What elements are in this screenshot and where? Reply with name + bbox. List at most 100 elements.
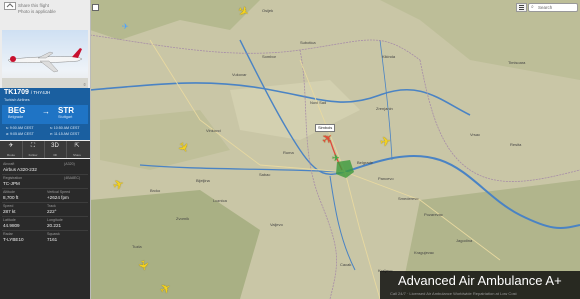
panel-header-text: Share this flight Photo is applicable [18, 3, 56, 15]
aircraft-callout[interactable]: Simbols [315, 124, 336, 132]
city-label: Bijeljina [196, 178, 210, 183]
divider [2, 188, 88, 189]
aircraft-photo[interactable]: © [2, 30, 88, 88]
actual-departure: a: 9:05 AM CEST [6, 132, 34, 136]
city-label: Sombor [262, 54, 277, 59]
city-label: Kragujevac [414, 250, 435, 255]
city-label: Zrenjanin [376, 106, 393, 111]
city-label: Brcko [150, 188, 161, 193]
route-icon: ✈ [8, 143, 14, 149]
map-layer-toggle[interactable] [92, 4, 99, 11]
origin-iata[interactable]: BEG [8, 106, 25, 115]
flight-number-text: TK1709 [4, 89, 29, 96]
latitude-value: 44.9809 [3, 223, 20, 228]
city-label: Subotica [300, 40, 316, 45]
track-value: 222° [47, 209, 57, 214]
city-label: Novi Sad [310, 100, 327, 105]
3d-view-button[interactable]: 3D 3D [44, 141, 67, 158]
city-label: Resita [510, 142, 522, 147]
share-arrow-icon: ⇱ [74, 143, 80, 149]
city-label: Valjevo [270, 222, 283, 227]
aircraft-value[interactable]: Airbus A320-232 [3, 167, 37, 172]
search-input[interactable]: ⌕ Search [528, 3, 578, 12]
latitude-label: Latitude [3, 218, 16, 222]
aircraft-icon[interactable]: ✈ [379, 133, 392, 150]
share-button[interactable]: ⇱ Share [66, 141, 88, 158]
origin-city: Belgrade [8, 115, 24, 119]
flight-info-panel: Share this flight Photo is applicable © … [0, 0, 91, 299]
aircraft-icon[interactable]: ✈ [122, 20, 129, 33]
estimated-arrival: e: 11:15 AM CEST [50, 132, 80, 136]
speed-label: Speed [3, 204, 14, 208]
registration-hex: (4BA8EC) [64, 176, 81, 180]
callsign-text: / THY4JH [30, 90, 51, 95]
vertical-speed-label: Vertical Speed [47, 190, 71, 194]
3d-icon: 3D [51, 143, 59, 149]
city-label: Sabac [259, 172, 271, 177]
banner-title: Advanced Air Ambulance A+ [398, 273, 562, 288]
search-placeholder: Search [538, 5, 553, 10]
city-label: Vukovar [232, 72, 247, 77]
destination-city: Stuttgart [58, 115, 73, 119]
city-label: Loznica [213, 198, 227, 203]
divider [2, 174, 88, 175]
banner-subtitle: Call 24/7 · Licensed Air Ambulance World… [390, 291, 517, 296]
scheduled-departure: s: 9:00 AM CEST [6, 126, 34, 130]
longitude-label: Longitude [47, 218, 63, 222]
route-label: Route [6, 153, 15, 157]
city-label: Jagodina [456, 238, 473, 243]
photo-credit: © [83, 83, 86, 87]
squawk-label: Squawk [47, 232, 60, 236]
route-arrow-icon: → [42, 107, 50, 116]
scheduled-arrival: s: 10:50 AM CEST [50, 126, 80, 130]
city-label: Vinkovci [206, 128, 221, 133]
aircraft-code: (A320) [64, 162, 75, 166]
airline-name[interactable]: Turkish Airlines [4, 98, 30, 102]
flight-details: Aircraft (A320) Airbus A320-232 Registra… [0, 159, 90, 299]
search-icon: ⌕ [531, 4, 534, 10]
route-box: BEG Belgrade → STR Stuttgart [2, 105, 88, 124]
follow-button[interactable]: ⛶ Follow [22, 141, 45, 158]
altitude-value: 8,700 ft [3, 195, 19, 200]
aircraft-icon[interactable]: ✈ [332, 152, 340, 165]
vertical-speed-value: +2624 fpm [47, 195, 69, 200]
panel-toolbar: ✈ Route ⛶ Follow 3D 3D ⇱ Share [0, 141, 90, 158]
city-label: Cacak [340, 262, 352, 267]
city-label: Pozarevac [424, 212, 443, 217]
city-label: Kikinda [382, 54, 396, 59]
city-label: Tuzla [132, 244, 142, 249]
radar-label: Radar [3, 232, 13, 236]
3d-label: 3D [53, 153, 57, 157]
aircraft-label: Aircraft [3, 162, 15, 166]
city-label: Pancevo [378, 176, 394, 181]
city-label: Osijek [262, 8, 274, 13]
share-icon[interactable] [4, 2, 16, 10]
city-label: Smederevo [398, 196, 419, 201]
follow-icon: ⛶ [30, 143, 36, 149]
flight-number: TK1709 / THY4JH [4, 89, 50, 96]
menu-icon[interactable] [516, 3, 527, 12]
squawk-value: 7161 [47, 237, 58, 242]
photo-note: Photo is applicable [18, 9, 56, 14]
city-label: Belgrade [357, 160, 374, 165]
aircraft-photo-image [2, 48, 88, 88]
track-label: Track [47, 204, 56, 208]
registration-value[interactable]: TC-JPM [3, 181, 20, 186]
follow-label: Follow [28, 153, 38, 157]
altitude-label: Altitude [3, 190, 15, 194]
divider [2, 230, 88, 231]
share-label: Share [72, 153, 81, 157]
aircraft-icon[interactable]: ✈ [135, 259, 152, 272]
route-button[interactable]: ✈ Route [0, 141, 23, 158]
city-label: Timisoara [508, 60, 526, 65]
divider [2, 202, 88, 203]
city-label: Ruma [283, 150, 294, 155]
destination-iata[interactable]: STR [58, 106, 74, 115]
divider [2, 216, 88, 217]
advertisement-banner[interactable]: Advanced Air Ambulance A+ Call 24/7 · Li… [380, 271, 580, 299]
city-label: Vrsac [470, 132, 481, 137]
radar-value: T-LYBE10 [3, 237, 24, 242]
city-label: Zvornik [176, 216, 190, 221]
longitude-value: 20.221 [47, 223, 62, 228]
flight-summary: TK1709 / THY4JH Turkish Airlines BEG Bel… [0, 88, 90, 140]
